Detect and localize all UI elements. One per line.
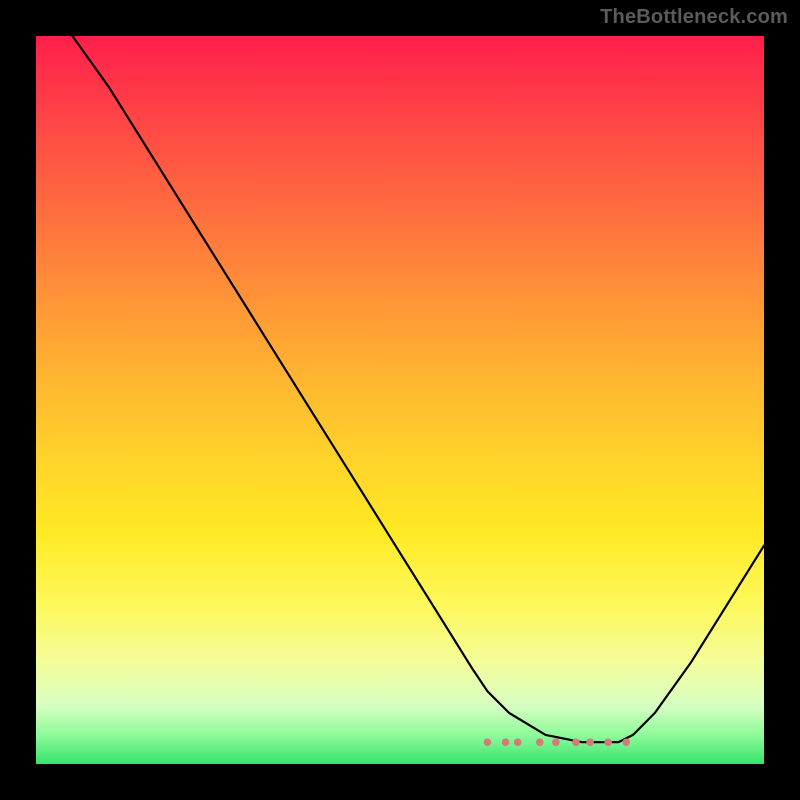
chart-frame: TheBottleneck.com bbox=[0, 0, 800, 800]
watermark-text: TheBottleneck.com bbox=[600, 6, 788, 29]
bottleneck-curve bbox=[72, 36, 764, 742]
curve-svg bbox=[36, 36, 764, 764]
plot-area bbox=[36, 36, 764, 764]
